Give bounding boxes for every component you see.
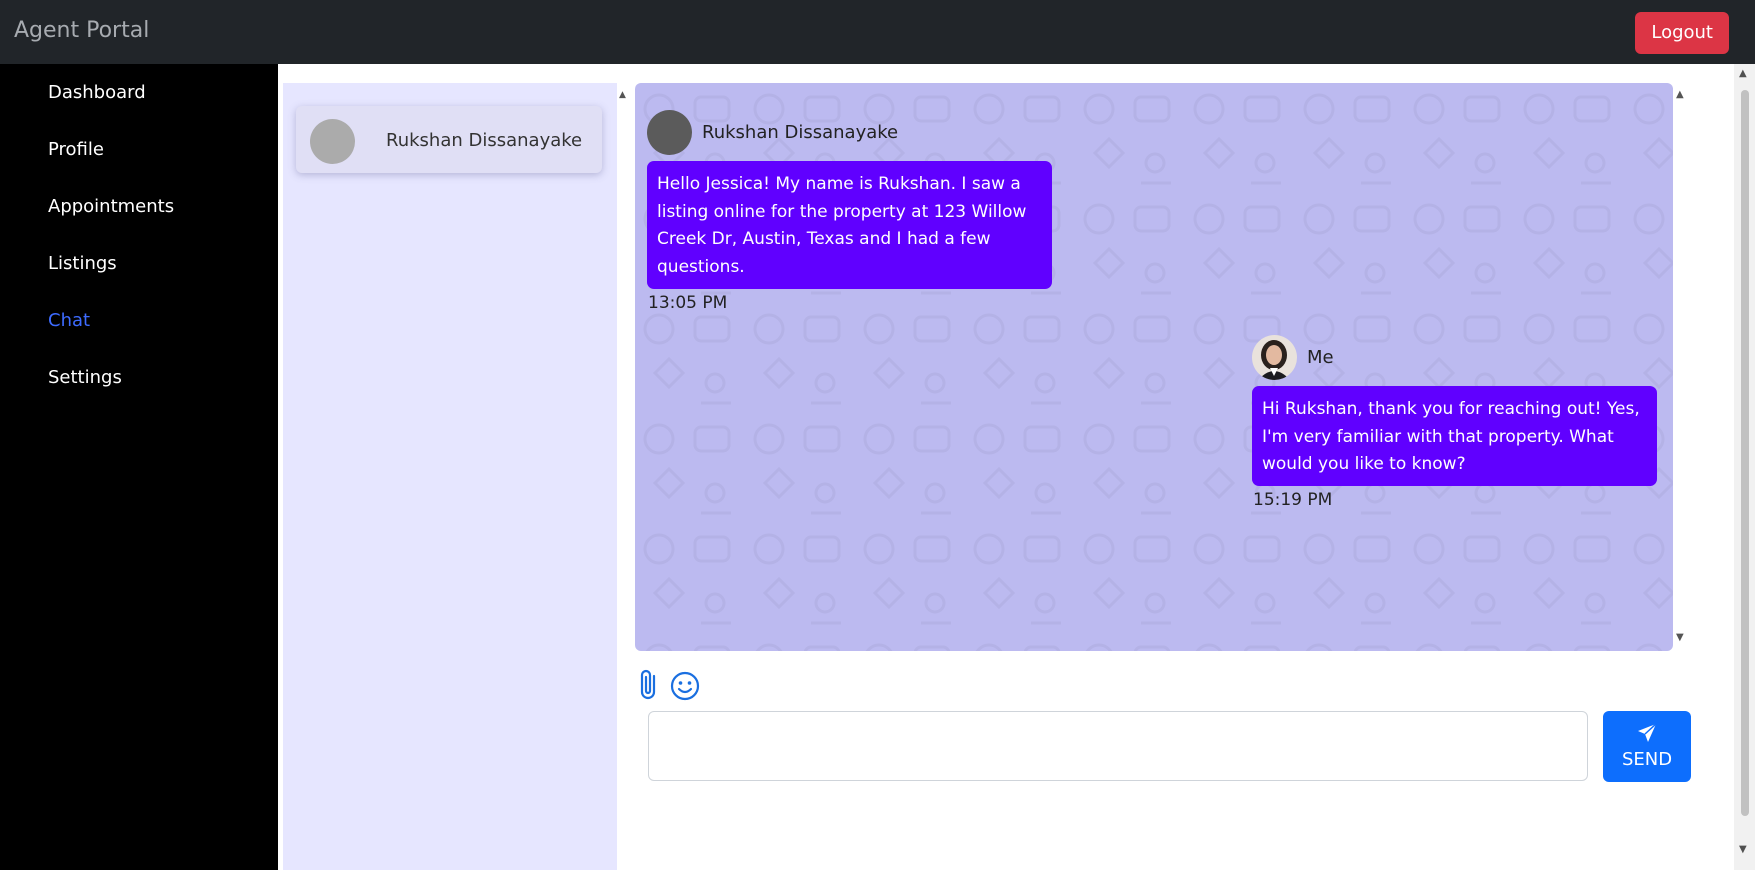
sidebar-item-settings[interactable]: Settings — [48, 367, 122, 388]
app-title: Agent Portal — [14, 18, 150, 43]
contact-item[interactable]: Rukshan Dissanayake — [296, 106, 602, 173]
message-time: 13:05 PM — [648, 293, 728, 313]
smiley-icon[interactable] — [670, 671, 700, 705]
contacts-panel: Rukshan Dissanayake — [283, 83, 617, 870]
chat-messages-area: Rukshan Dissanayake Hello Jessica! My na… — [635, 83, 1673, 651]
scroll-up-arrow-icon[interactable]: ▲ — [619, 90, 626, 100]
chat-scroll-down-icon[interactable]: ▼ — [1676, 632, 1684, 643]
send-label: SEND — [1621, 749, 1673, 770]
message-time: 15:19 PM — [1253, 490, 1333, 510]
page-scrollbar[interactable]: ▲ ▼ — [1734, 64, 1755, 870]
sidebar-item-listings[interactable]: Listings — [48, 253, 117, 274]
message-bubble-outgoing: Hi Rukshan, thank you for reaching out! … — [1252, 386, 1657, 486]
sidebar-item-dashboard[interactable]: Dashboard — [48, 82, 146, 103]
scroll-up-arrow-icon[interactable]: ▲ — [1739, 68, 1747, 79]
message-sender: Rukshan Dissanayake — [702, 122, 899, 143]
scroll-down-arrow-icon[interactable]: ▼ — [1739, 844, 1747, 855]
sidebar-item-chat[interactable]: Chat — [48, 310, 90, 331]
contact-name: Rukshan Dissanayake — [386, 130, 583, 151]
message-header-incoming: Rukshan Dissanayake — [647, 110, 898, 155]
message-bubble-incoming: Hello Jessica! My name is Rukshan. I saw… — [647, 161, 1052, 289]
logout-button[interactable]: Logout — [1635, 12, 1729, 54]
top-navbar: Agent Portal Logout — [0, 0, 1755, 64]
sidebar-item-appointments[interactable]: Appointments — [48, 196, 174, 217]
avatar — [1252, 335, 1297, 380]
sidebar: Dashboard Profile Appointments Listings … — [0, 64, 278, 870]
message-input[interactable] — [648, 711, 1588, 781]
message-sender: Me — [1307, 347, 1334, 368]
avatar — [647, 110, 692, 155]
chat-scroll-up-icon[interactable]: ▲ — [1676, 89, 1684, 100]
sidebar-item-profile[interactable]: Profile — [48, 139, 104, 160]
paper-plane-icon — [1638, 723, 1657, 742]
paperclip-icon[interactable] — [638, 668, 660, 706]
message-header-outgoing: Me — [1252, 335, 1334, 380]
send-button[interactable]: SEND — [1603, 711, 1691, 782]
scrollbar-thumb[interactable] — [1741, 90, 1749, 816]
avatar — [310, 119, 355, 164]
